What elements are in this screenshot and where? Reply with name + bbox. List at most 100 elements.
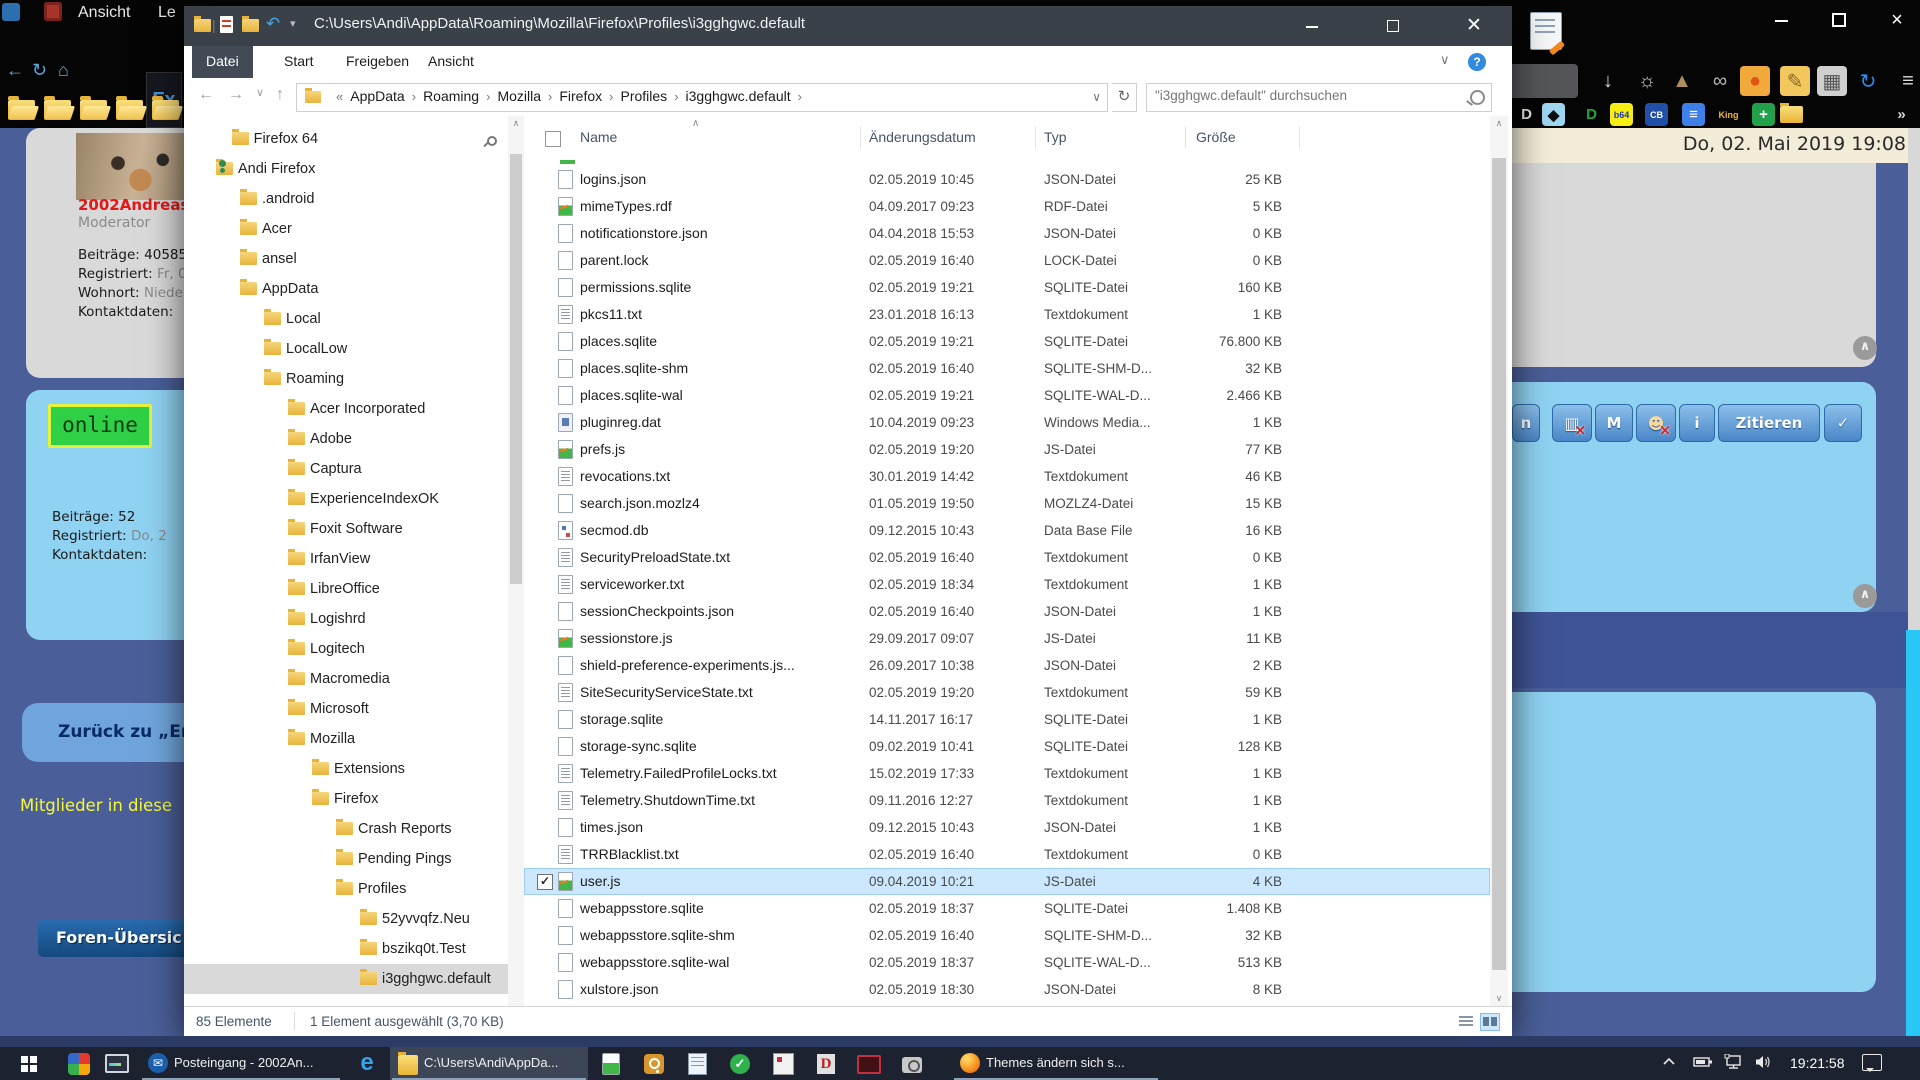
d-tool-icon[interactable]: D bbox=[813, 1051, 839, 1076]
breadcrumb[interactable]: «AppData›Roaming›Mozilla›Firefox›Profile… bbox=[329, 88, 809, 104]
column-name[interactable]: Name bbox=[580, 129, 617, 145]
list-scrollbar[interactable]: ∧ ∨ bbox=[1490, 116, 1508, 1006]
qat-dropdown-icon[interactable]: ▾ bbox=[290, 17, 296, 30]
battery-icon[interactable] bbox=[1692, 1054, 1714, 1070]
file-row[interactable]: prefs.js 02.05.2019 19:20 JS-Datei 77 KB bbox=[524, 436, 1490, 463]
file-row[interactable]: Telemetry.ShutdownTime.txt 09.11.2016 12… bbox=[524, 787, 1490, 814]
tree-item[interactable]: Roaming bbox=[184, 364, 508, 394]
firefox-task[interactable]: Themes ändern sich s... bbox=[952, 1047, 1160, 1080]
edge-icon[interactable]: e bbox=[352, 1049, 382, 1079]
file-row[interactable]: places.sqlite-wal 02.05.2019 19:21 SQLIT… bbox=[524, 382, 1490, 409]
close-button[interactable]: ✕ bbox=[1443, 6, 1505, 46]
explorer-task[interactable]: C:\Users\Andi\AppDa... bbox=[390, 1047, 588, 1080]
refresh-button[interactable]: ↻ bbox=[1112, 83, 1137, 112]
bookmark-folder-icon[interactable] bbox=[8, 100, 35, 120]
approve-button[interactable]: ✓ bbox=[1824, 404, 1862, 442]
bg-restore-button[interactable] bbox=[1824, 8, 1854, 32]
thunderbird-task[interactable]: ✉Posteingang - 2002An... bbox=[140, 1047, 342, 1080]
network-icon[interactable] bbox=[1724, 1054, 1744, 1070]
quote-button[interactable]: Zitieren bbox=[1718, 404, 1820, 442]
refresh-addon-icon[interactable]: ↻ bbox=[1853, 66, 1883, 96]
file-row[interactable]: search.json.mozlz4 01.05.2019 19:50 MOZL… bbox=[524, 490, 1490, 517]
file-row[interactable]: pkcs11.txt 23.01.2018 16:13 Textdokument… bbox=[524, 301, 1490, 328]
mod-button[interactable]: M bbox=[1595, 404, 1633, 442]
tree-item[interactable]: Logitech bbox=[184, 634, 508, 664]
ribbon-collapse-icon[interactable]: ∨ bbox=[1440, 52, 1450, 68]
username-link[interactable]: 2002Andreas bbox=[78, 196, 184, 214]
maximize-button[interactable] bbox=[1362, 6, 1424, 46]
panels-addon-icon[interactable]: ≡ bbox=[1682, 103, 1705, 126]
tree-item[interactable]: Mozilla bbox=[184, 724, 508, 754]
back-icon[interactable]: ← bbox=[6, 60, 24, 81]
breadcrumb-item[interactable]: Profiles bbox=[621, 88, 668, 104]
file-row[interactable]: sessionstore.js 29.09.2017 09:07 JS-Date… bbox=[524, 625, 1490, 652]
camera-icon[interactable] bbox=[899, 1051, 925, 1076]
ribbon-tab-datei[interactable]: Datei bbox=[192, 46, 253, 78]
bg-minimize-button[interactable] bbox=[1766, 8, 1796, 32]
thumbnail-view-button[interactable] bbox=[1480, 1013, 1500, 1031]
tree-item[interactable]: Microsoft bbox=[184, 694, 508, 724]
red-monitor-icon[interactable] bbox=[856, 1051, 882, 1076]
ribbon-tab-ansicht[interactable]: Ansicht bbox=[414, 46, 488, 78]
scrollbar-thumb[interactable] bbox=[1492, 158, 1506, 970]
ribbon-tab-start[interactable]: Start bbox=[270, 46, 328, 78]
folder-addon-icon[interactable] bbox=[1780, 103, 1803, 126]
home-icon[interactable]: ⌂ bbox=[58, 60, 69, 81]
menu-item-clipped[interactable]: Le bbox=[158, 4, 176, 22]
settings-icon[interactable]: ☼ bbox=[1632, 66, 1662, 96]
file-row[interactable]: shield-preference-experiments.js... 26.0… bbox=[524, 652, 1490, 679]
file-row[interactable]: Telemetry.FailedProfileLocks.txt 15.02.2… bbox=[524, 760, 1490, 787]
tree-item[interactable]: LocalLow bbox=[184, 334, 508, 364]
file-row[interactable]: webappsstore.sqlite-shm 02.05.2019 16:40… bbox=[524, 922, 1490, 949]
search-icon[interactable] bbox=[1470, 90, 1485, 105]
start-button[interactable] bbox=[0, 1047, 58, 1080]
king-addon-icon[interactable]: King bbox=[1717, 103, 1740, 126]
clapperboard-addon-icon[interactable]: ▦ bbox=[1817, 66, 1847, 96]
file-row[interactable]: mimeTypes.rdf 04.09.2017 09:23 RDF-Datei… bbox=[524, 193, 1490, 220]
tree-item[interactable]: LibreOffice bbox=[184, 574, 508, 604]
forward-button[interactable]: → bbox=[228, 86, 244, 104]
scroll-up-icon[interactable]: ∧ bbox=[508, 118, 524, 129]
file-row[interactable]: notificationstore.json 04.04.2018 15:53 … bbox=[524, 220, 1490, 247]
file-row[interactable]: xulstore.json 02.05.2019 18:30 JSON-Date… bbox=[524, 976, 1490, 1003]
reload-icon[interactable]: ↻ bbox=[32, 60, 47, 81]
file-row[interactable]: TRRBlacklist.txt 02.05.2019 16:40 Textdo… bbox=[524, 841, 1490, 868]
scroll-down-icon[interactable]: ∨ bbox=[1490, 993, 1508, 1004]
ribbon-tab-freigeben[interactable]: Freigeben bbox=[332, 46, 423, 78]
select-all-checkbox[interactable] bbox=[545, 131, 561, 147]
file-row[interactable]: storage-sync.sqlite 09.02.2019 10:41 SQL… bbox=[524, 733, 1490, 760]
forum-overview-button[interactable]: Foren-Übersic bbox=[38, 919, 184, 957]
script-file-icon[interactable] bbox=[598, 1051, 624, 1076]
keepass-icon[interactable] bbox=[641, 1051, 667, 1076]
undo-icon[interactable]: ↶ bbox=[266, 14, 280, 34]
tree-item[interactable]: Macromedia bbox=[184, 664, 508, 694]
search-addon-icon[interactable]: ● bbox=[1740, 66, 1770, 96]
tree-item[interactable]: Crash Reports bbox=[184, 814, 508, 844]
column-size[interactable]: Größe bbox=[1196, 129, 1236, 145]
tree-item[interactable]: ExperienceIndexOK bbox=[184, 484, 508, 514]
tree-item[interactable]: Firefox 64 bbox=[184, 124, 508, 154]
recent-dropdown-icon[interactable]: ∨ bbox=[256, 86, 264, 99]
file-row[interactable]: parent.lock 02.05.2019 16:40 LOCK-Datei … bbox=[524, 247, 1490, 274]
file-row[interactable]: ✓ user.js 09.04.2019 10:21 JS-Datei 4 KB bbox=[524, 868, 1490, 895]
breadcrumb-item[interactable]: Firefox bbox=[559, 88, 602, 104]
tree-item[interactable]: Profiles bbox=[184, 874, 508, 904]
file-row[interactable]: secmod.db 09.12.2015 10:43 Data Base Fil… bbox=[524, 517, 1490, 544]
folder-tool-addon-icon[interactable]: ✎ bbox=[1780, 66, 1810, 96]
details-view-button[interactable] bbox=[1456, 1013, 1476, 1031]
tree-item[interactable]: Local bbox=[184, 304, 508, 334]
file-row[interactable]: places.sqlite-shm 02.05.2019 16:40 SQLIT… bbox=[524, 355, 1490, 382]
clock[interactable]: 19:21:58 bbox=[1790, 1055, 1845, 1071]
tree-item[interactable]: Andi Firefox bbox=[184, 154, 508, 184]
file-row[interactable]: pluginreg.dat 10.04.2019 09:23 Windows M… bbox=[524, 409, 1490, 436]
scroll-top-icon[interactable]: ∧ bbox=[1853, 584, 1877, 608]
shield-check-icon[interactable]: ✓ bbox=[727, 1051, 753, 1076]
file-row[interactable]: storage.sqlite 14.11.2017 16:17 SQLITE-D… bbox=[524, 706, 1490, 733]
hat-addon-icon[interactable]: ▲ bbox=[1667, 66, 1697, 96]
tree-item[interactable]: Pending Pings bbox=[184, 844, 508, 874]
tree-item[interactable]: .android bbox=[184, 184, 508, 214]
help-icon[interactable]: ? bbox=[1468, 53, 1486, 71]
back-to-forum-button[interactable]: Zurück zu „Erwe bbox=[22, 703, 184, 762]
info-button[interactable]: i bbox=[1679, 404, 1715, 442]
menu-icon[interactable]: ≡ bbox=[1893, 66, 1920, 96]
